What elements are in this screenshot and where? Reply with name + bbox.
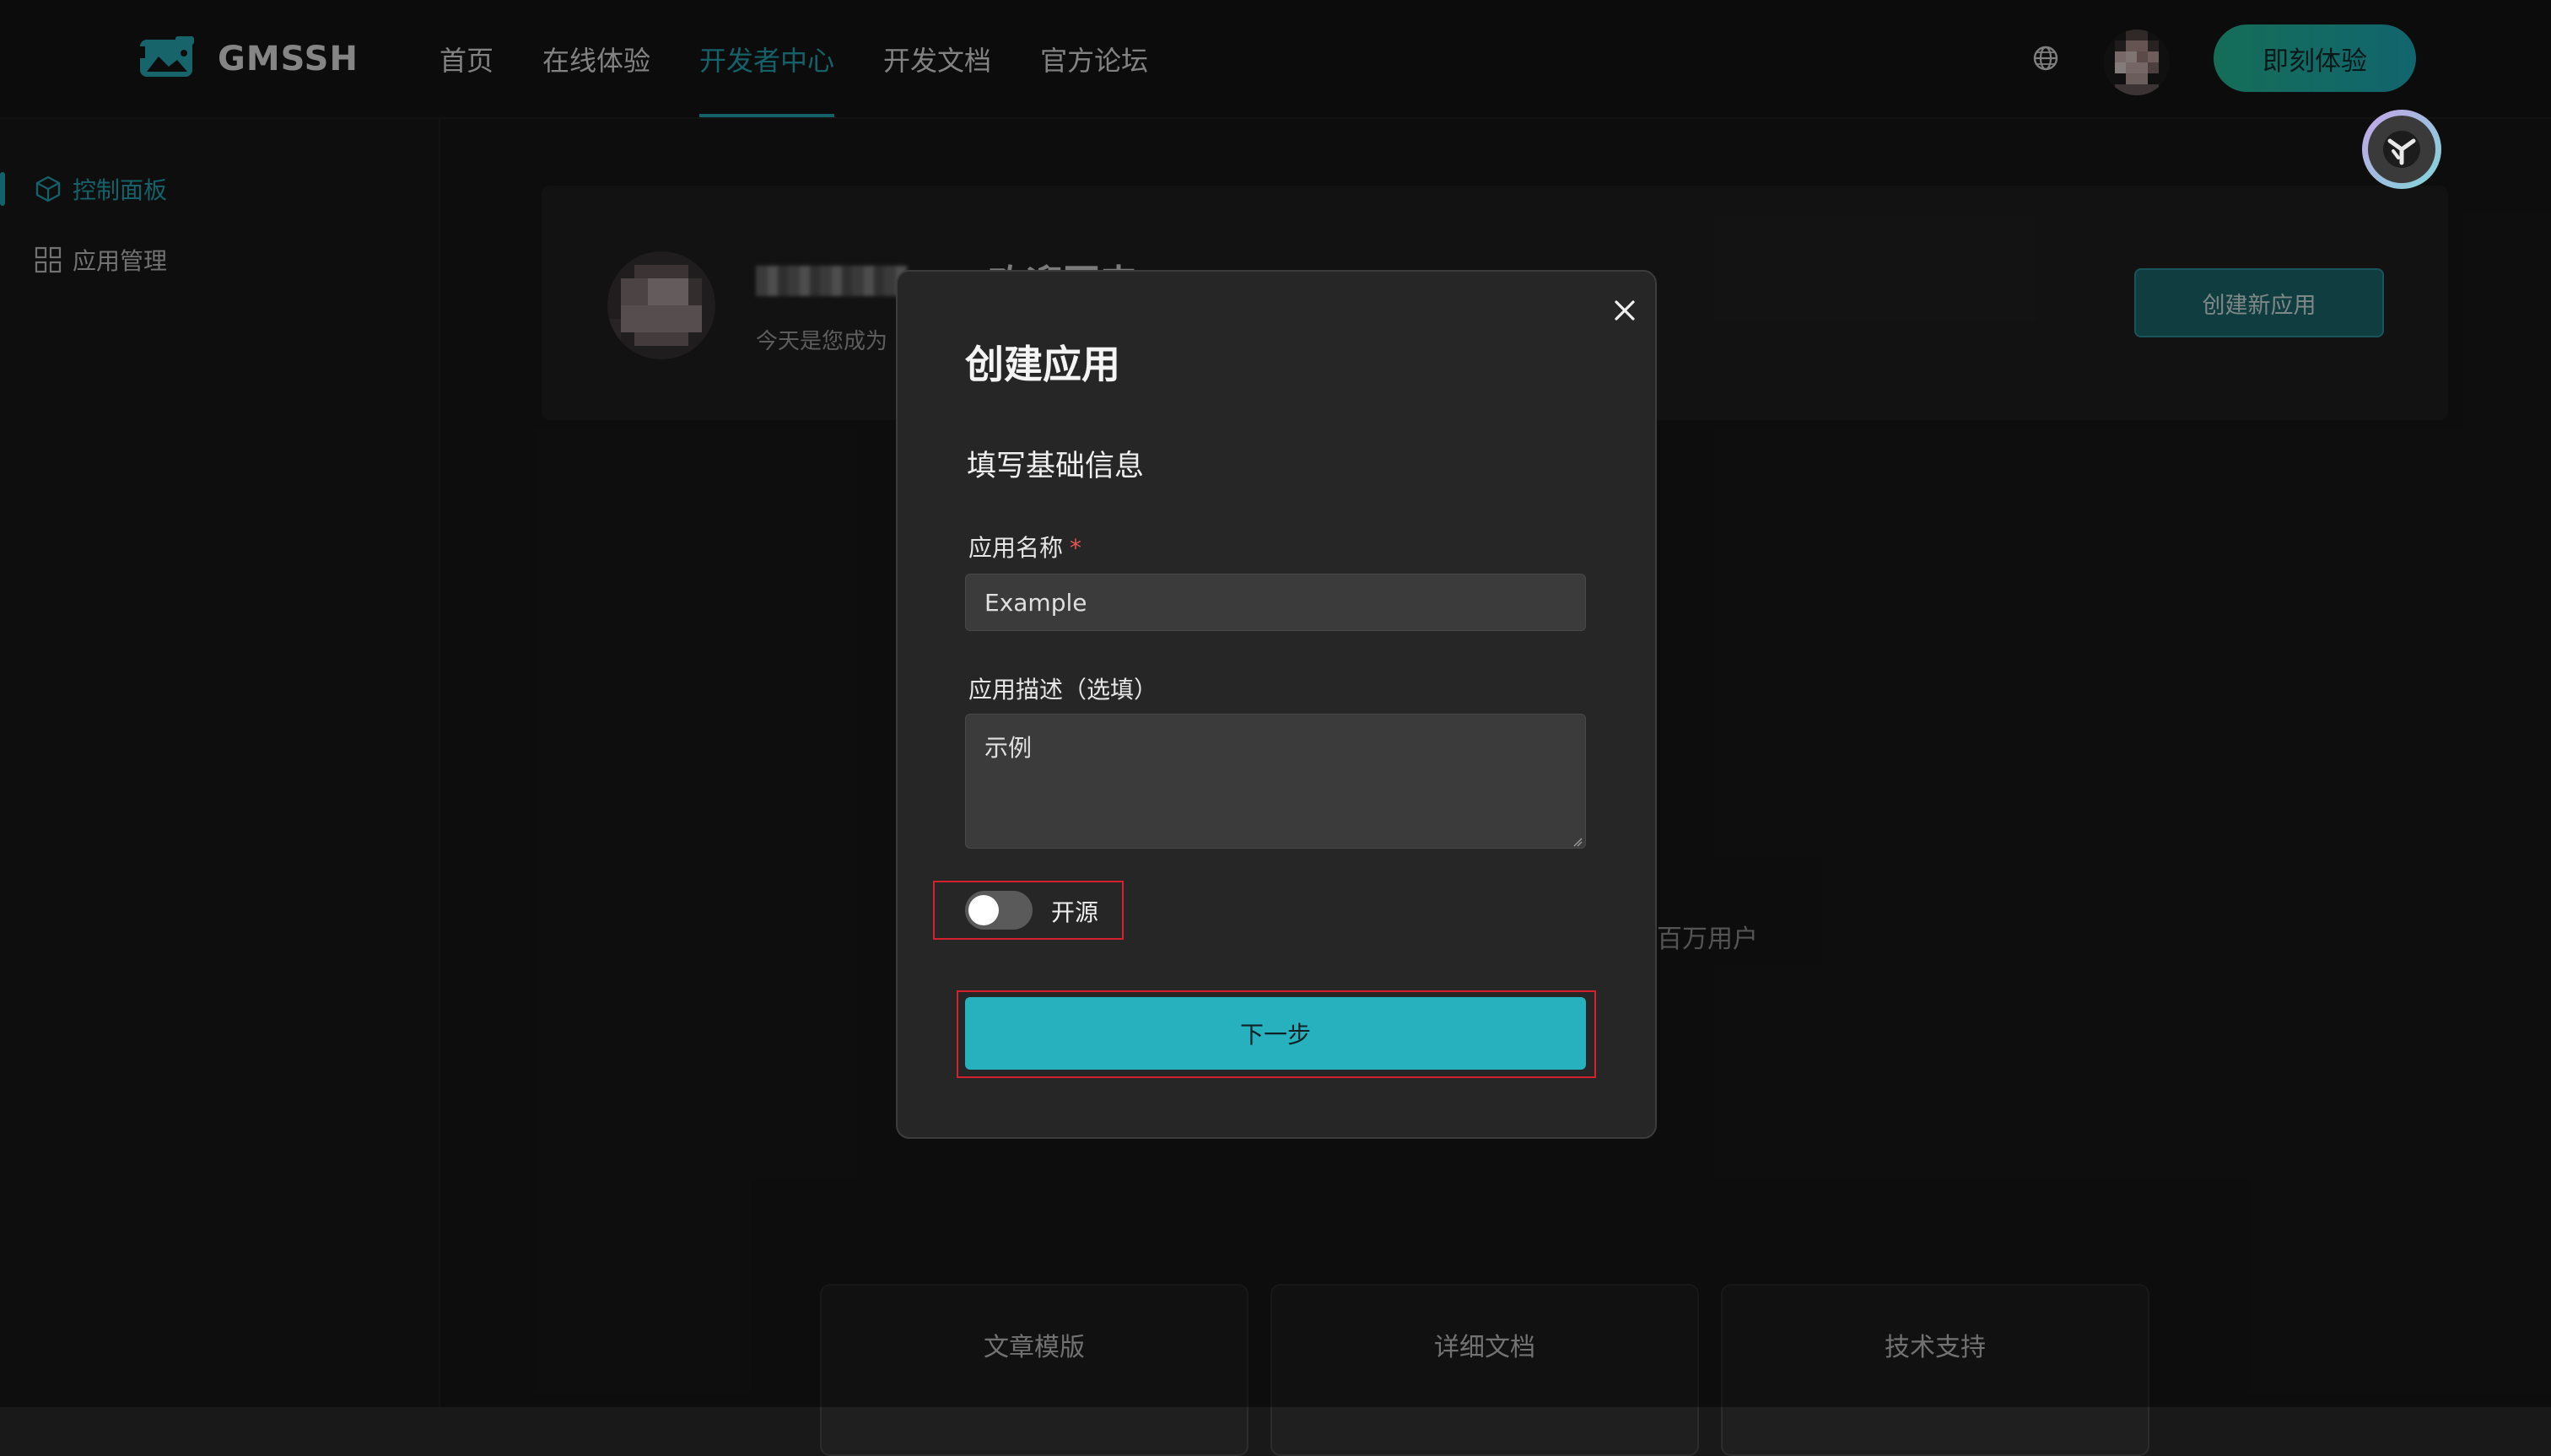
app-name-label: 应用名称 *: [968, 530, 1081, 564]
help-assistant-icon: [2383, 131, 2420, 168]
dialog-title: 创建应用: [965, 342, 1120, 387]
open-source-label: 开源: [1051, 898, 1099, 926]
section-title: 填写基础信息: [967, 450, 1145, 483]
app-description-label: 应用描述（选填）: [968, 676, 1158, 704]
page: GMSSH 首页 在线体验 开发者中心 开发文档 官方论坛 即刻体验 控制面板 …: [0, 0, 2551, 1456]
open-source-toggle[interactable]: [965, 891, 1033, 930]
toggle-knob: [968, 895, 999, 925]
app-description-textarea[interactable]: 示例: [965, 714, 1586, 849]
next-step-button[interactable]: 下一步: [965, 997, 1586, 1070]
required-mark: *: [1070, 534, 1082, 562]
close-icon[interactable]: [1606, 292, 1643, 329]
app-name-label-text: 应用名称: [968, 534, 1064, 562]
resize-grip-icon[interactable]: [1572, 837, 1583, 847]
help-assistant-inner: [2368, 116, 2435, 183]
create-app-dialog: 创建应用 填写基础信息 应用名称* 应用描述（选填） 示例 开源 下一步: [896, 270, 1657, 1139]
help-assistant-button[interactable]: [2362, 110, 2441, 189]
app-name-input[interactable]: [965, 574, 1586, 631]
